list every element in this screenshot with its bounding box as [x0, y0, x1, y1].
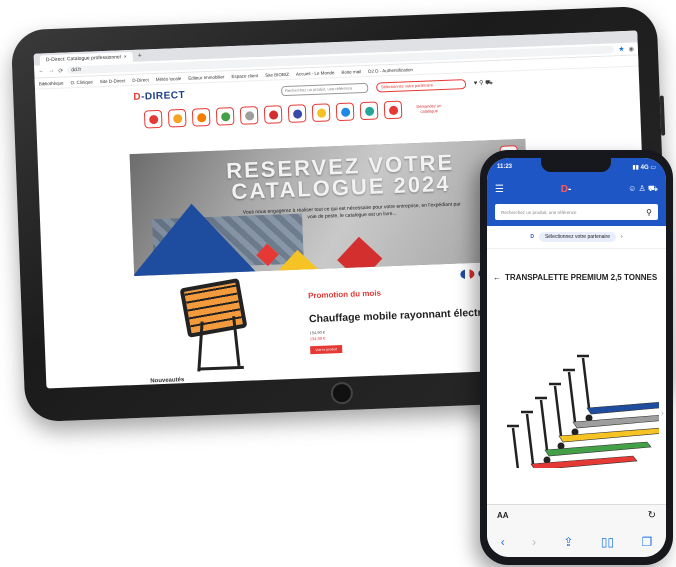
- category-icon[interactable]: [287, 104, 307, 123]
- news-heading: Nouveautés: [150, 377, 185, 385]
- site-logo[interactable]: D-DIRECT: [133, 89, 185, 102]
- bookmark-item[interactable]: Accueil - Le Monde: [296, 70, 335, 76]
- pallet-truck-handle: [549, 382, 563, 437]
- category-icon[interactable]: [143, 109, 163, 129]
- profile-icon[interactable]: ◉: [628, 45, 634, 52]
- phone-site-header: ☰ D- ☺ ♙ ⛟: [487, 176, 666, 202]
- pallet-truck-handle: [507, 424, 520, 468]
- pallet-truck-handle: [521, 410, 535, 465]
- hamburger-menu-icon[interactable]: ☰: [495, 184, 504, 195]
- hero-title: RESERVEZ VOTRE CATALOGUE 2024: [225, 149, 455, 205]
- phone-partner-button[interactable]: Sélectionnez votre partenaire: [538, 232, 616, 242]
- tablet-home-button[interactable]: [330, 381, 354, 405]
- category-icon[interactable]: [383, 100, 403, 120]
- phone-site-logo[interactable]: D-: [561, 184, 572, 195]
- reload-icon[interactable]: ↻: [648, 510, 656, 521]
- close-icon[interactable]: ×: [124, 52, 127, 62]
- heater-product-image[interactable]: [179, 278, 256, 374]
- share-icon[interactable]: ⇪: [563, 535, 573, 549]
- category-icon[interactable]: [335, 102, 355, 122]
- bookmark-item[interactable]: Site D-Direct: [100, 78, 126, 84]
- phone-partner-row: D Sélectionnez votre partenaire ›: [487, 226, 666, 249]
- category-icon[interactable]: [191, 107, 211, 127]
- pallet-truck-fork: [586, 402, 659, 415]
- product-title-row: ← TRANSPALETTE PREMIUM 2,5 TONNES: [487, 249, 666, 282]
- status-time: 11:23: [497, 164, 513, 170]
- bookmark-item[interactable]: D2 D - Authentification: [368, 67, 413, 74]
- pallet-trucks-image[interactable]: [499, 328, 659, 468]
- promo-label: Promotion du mois: [307, 288, 382, 301]
- bookmark-item[interactable]: O. Clinique: [70, 79, 92, 85]
- promo-price: 134,90 €: [309, 335, 326, 342]
- bookmark-item[interactable]: Espace client: [231, 73, 258, 79]
- back-icon[interactable]: ‹: [501, 535, 505, 549]
- phone-search-wrap: Recherchez un produit, une référence ⚲: [487, 202, 666, 226]
- forward-icon[interactable]: ›: [532, 535, 536, 549]
- phone-notch: [541, 158, 611, 172]
- chevron-right-icon[interactable]: ›: [621, 234, 623, 240]
- pallet-truck-handle: [535, 396, 549, 451]
- next-image-icon[interactable]: ›: [661, 408, 664, 419]
- signal-icon: ▮▮ 4G ▭: [632, 164, 656, 171]
- back-arrow-icon[interactable]: ←: [493, 273, 501, 282]
- bookmark-item[interactable]: D-Direct: [132, 77, 149, 83]
- category-icon[interactable]: [311, 103, 331, 123]
- tablet-side-button: [659, 95, 666, 136]
- catalog-link[interactable]: Demandez un catalogue: [414, 103, 444, 114]
- divider: [150, 373, 491, 388]
- pallet-truck-handle: [577, 354, 591, 409]
- phone-device: 11:23 ▮▮ 4G ▭ ☰ D- ☺ ♙ ⛟ Recherchez un p…: [480, 150, 673, 565]
- category-icon[interactable]: [239, 106, 259, 125]
- safari-address-bar: AA ↻: [487, 504, 666, 526]
- search-icon[interactable]: ⚲: [646, 208, 652, 217]
- site-search-input[interactable]: Recherchez un produit, une référence: [280, 82, 369, 97]
- new-tab-button[interactable]: +: [135, 51, 145, 61]
- partner-select-button[interactable]: Sélectionnez votre partenaire: [375, 79, 467, 93]
- promo-title[interactable]: Chauffage mobile rayonnant électrique: [309, 306, 504, 325]
- category-icon[interactable]: [263, 105, 283, 124]
- hero-banner[interactable]: RESERVEZ VOTRE CATALOGUE 2024 Vous nous …: [129, 138, 530, 276]
- back-icon[interactable]: ←: [38, 68, 44, 74]
- bookmark-star-icon[interactable]: ★: [618, 45, 625, 53]
- bookmark-item[interactable]: Bibliothèque: [39, 80, 64, 86]
- phone-search-input[interactable]: Recherchez un produit, une référence ⚲: [495, 204, 658, 220]
- reader-mode-button[interactable]: AA: [497, 511, 509, 520]
- bookmarks-icon[interactable]: ▯▯: [601, 535, 614, 549]
- category-icon[interactable]: [215, 107, 235, 126]
- bookmark-item[interactable]: Editeur Immobilier: [188, 74, 224, 80]
- promo-old-price: 154,90 €: [309, 329, 326, 336]
- category-icon[interactable]: [359, 101, 379, 121]
- bookmark-item[interactable]: Météo locale: [156, 76, 182, 82]
- account-cart-icons[interactable]: ♥ ⚲ ⛟: [474, 79, 493, 88]
- reload-icon[interactable]: ⟳: [58, 67, 63, 74]
- product-title: TRANSPALETTE PREMIUM 2,5 TONNES: [505, 273, 658, 282]
- partner-logo-icon: D: [530, 234, 534, 240]
- bookmark-item[interactable]: Site BIOBIZ: [265, 71, 289, 77]
- safari-toolbar: ‹ › ⇪ ▯▯ ❐: [487, 526, 666, 557]
- promo-button[interactable]: Voir le produit: [310, 345, 343, 355]
- category-icon[interactable]: [167, 108, 187, 128]
- tabs-icon[interactable]: ❐: [642, 535, 653, 549]
- pallet-truck-handle: [563, 368, 577, 423]
- pallet-truck-fork: [572, 414, 659, 429]
- french-flag-icon[interactable]: [460, 268, 475, 280]
- phone-account-cart-icons[interactable]: ☺ ♙ ⛟: [628, 184, 658, 194]
- forward-icon[interactable]: →: [48, 68, 54, 74]
- bookmark-item[interactable]: Boite mail: [341, 69, 361, 75]
- phone-screen: 11:23 ▮▮ 4G ▭ ☰ D- ☺ ♙ ⛟ Recherchez un p…: [487, 158, 666, 557]
